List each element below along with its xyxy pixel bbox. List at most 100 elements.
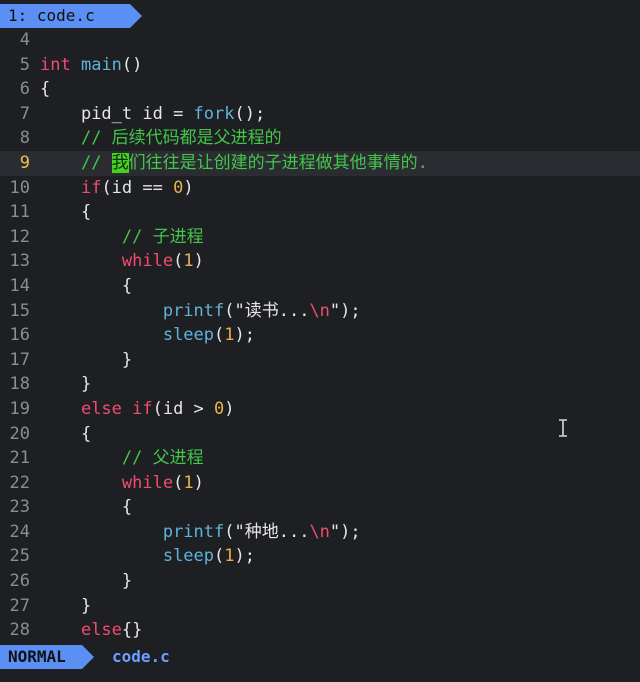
code-text[interactable]: {	[40, 77, 50, 102]
code-text[interactable]: sleep(1);	[40, 323, 255, 348]
code-text[interactable]: {	[40, 495, 132, 520]
code-line[interactable]: 16 sleep(1);	[0, 323, 640, 348]
line-number: 17	[9, 349, 30, 370]
line-number: 22	[9, 472, 30, 493]
line-number: 27	[9, 595, 30, 616]
code-text[interactable]: }	[40, 569, 132, 594]
line-number: 8	[19, 128, 30, 149]
line-number: 18	[9, 374, 30, 395]
line-number: 14	[9, 275, 30, 296]
code-line-current[interactable]: 9 // 我们往往是让创建的子进程做其他事情的.	[0, 150, 640, 176]
line-number: 11	[9, 202, 30, 223]
code-line[interactable]: 28 else{}	[0, 618, 640, 643]
code-token: ");	[329, 521, 361, 542]
code-text[interactable]: if(id == 0)	[40, 176, 194, 201]
code-line[interactable]: 22 while(1)	[0, 471, 640, 496]
code-token: printf	[162, 300, 225, 321]
line-number: 13	[9, 251, 30, 272]
code-text[interactable]: else{}	[40, 618, 142, 643]
code-token: 1	[183, 472, 194, 493]
code-token: ();	[234, 103, 266, 124]
code-line[interactable]: 8 // 后续代码都是父进程的	[0, 126, 640, 151]
code-line[interactable]: 5 int main()	[0, 53, 640, 78]
code-text[interactable]: else if(id > 0)	[40, 397, 235, 422]
code-token: 1	[224, 325, 235, 346]
line-number: 6	[19, 79, 30, 100]
code-token: \n	[309, 300, 330, 321]
code-line[interactable]: 14 {	[0, 274, 640, 299]
cursor-char: 我	[111, 152, 129, 173]
code-line[interactable]: 25 sleep(1);	[0, 544, 640, 569]
code-line[interactable]: 10 if(id == 0)	[0, 176, 640, 201]
code-text[interactable]: // 我们往往是让创建的子进程做其他事情的.	[40, 151, 428, 176]
code-line[interactable]: 4	[0, 28, 640, 53]
code-line[interactable]: 23 {	[0, 495, 640, 520]
code-text[interactable]: }	[40, 372, 91, 397]
code-token: (id >	[152, 398, 215, 419]
code-token: else	[80, 620, 122, 641]
code-line[interactable]: 18 }	[0, 372, 640, 397]
code-line[interactable]: 21 // 父进程	[0, 446, 640, 471]
line-number: 15	[9, 300, 30, 321]
code-line[interactable]: 26 }	[0, 569, 640, 594]
code-text[interactable]: while(1)	[40, 471, 204, 496]
code-token: ");	[329, 300, 361, 321]
line-number: 19	[9, 398, 30, 419]
line-number: 16	[9, 325, 30, 346]
line-number: 23	[9, 497, 30, 518]
code-token: while	[121, 251, 174, 272]
code-line[interactable]: 7 pid_t id = fork();	[0, 102, 640, 127]
code-text[interactable]: {	[40, 274, 132, 299]
code-token: fork	[193, 103, 235, 124]
code-text[interactable]: // 子进程	[40, 225, 204, 250]
code-token: pid_t id =	[80, 103, 194, 124]
code-token: (	[214, 325, 225, 346]
code-text[interactable]: while(1)	[40, 249, 204, 274]
code-token: (id ==	[101, 177, 174, 198]
code-line[interactable]: 15 printf("读书...\n");	[0, 299, 640, 324]
code-editor[interactable]: 4 5 int main() 6{7 pid_t id = fork(); 8 // 后…	[0, 28, 640, 644]
code-line[interactable]: 12 // 子进程	[0, 225, 640, 250]
code-token: \n	[309, 521, 330, 542]
code-text[interactable]: // 后续代码都是父进程的	[40, 126, 282, 151]
code-line[interactable]: 6{	[0, 77, 640, 102]
code-text[interactable]: int main()	[40, 53, 142, 78]
code-token: }	[80, 595, 92, 616]
code-line[interactable]: 11 {	[0, 200, 640, 225]
code-line[interactable]: 27 }	[0, 594, 640, 619]
buffer-tab[interactable]: 1: code.c	[0, 4, 130, 28]
code-text[interactable]: }	[40, 594, 91, 619]
line-number: 24	[9, 521, 30, 542]
code-token: )	[224, 398, 235, 419]
code-text[interactable]: printf("种地...\n");	[40, 520, 361, 545]
code-text[interactable]: sleep(1);	[40, 544, 255, 569]
code-token: main	[80, 54, 122, 75]
code-text[interactable]: pid_t id = fork();	[40, 102, 265, 127]
code-text[interactable]: {	[40, 200, 91, 225]
code-text[interactable]: // 父进程	[40, 446, 204, 471]
code-text[interactable]: {	[40, 422, 91, 447]
code-token: }	[80, 374, 92, 395]
line-number: 12	[9, 226, 30, 247]
code-token: ()	[121, 54, 143, 75]
code-text[interactable]: printf("读书...\n");	[40, 299, 361, 324]
code-token: {	[80, 202, 92, 223]
code-line[interactable]: 24 printf("种地...\n");	[0, 520, 640, 545]
code-line[interactable]: 13 while(1)	[0, 249, 640, 274]
code-token: // 父进程	[121, 448, 204, 469]
code-line[interactable]: 19 else if(id > 0)	[0, 397, 640, 422]
code-text[interactable]: }	[40, 348, 132, 373]
code-token: 0	[214, 398, 225, 419]
code-line[interactable]: 20 {	[0, 422, 640, 447]
text-cursor-ibeam-icon	[559, 419, 567, 437]
code-line[interactable]: 17 }	[0, 348, 640, 373]
